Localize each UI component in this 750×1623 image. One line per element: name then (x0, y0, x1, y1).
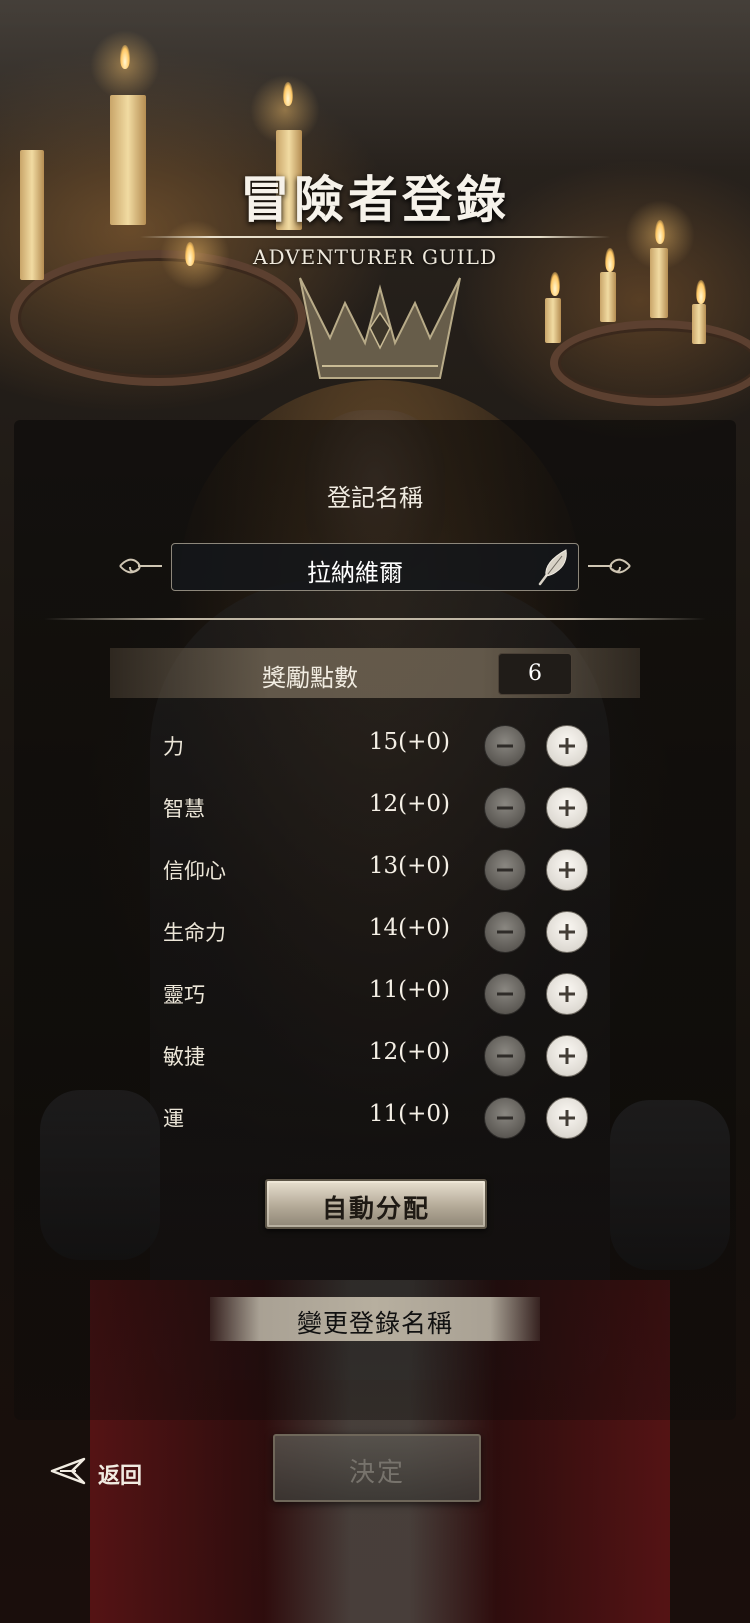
left-ornament-icon (119, 558, 162, 574)
bonus-points-value-box: 6 (498, 653, 572, 695)
bonus-points-bar: 獎勵點數 6 (110, 648, 640, 698)
decrease-intelligence-button[interactable] (484, 787, 526, 829)
right-ornament-icon (588, 558, 631, 574)
auto-assign-button[interactable]: 自動分配 (265, 1179, 487, 1229)
stat-name: 運 (163, 1107, 184, 1131)
increase-intelligence-button[interactable] (546, 787, 588, 829)
bonus-points-value: 6 (528, 661, 542, 686)
section-divider (44, 618, 706, 620)
rename-label: 變更登錄名稱 (296, 1309, 453, 1338)
minus-icon (497, 1116, 513, 1120)
minus-icon (497, 992, 513, 996)
back-button[interactable]: 返回 (50, 1452, 160, 1492)
stat-row-dexterity: 靈巧 11(+0) (0, 967, 750, 1019)
name-value: 拉納維爾 (307, 559, 403, 587)
stat-name: 靈巧 (163, 983, 205, 1007)
minus-icon (497, 744, 513, 748)
plus-icon (559, 924, 575, 940)
stat-row-luck: 運 11(+0) (0, 1091, 750, 1143)
minus-icon (497, 1054, 513, 1058)
stat-value: 15(+0) (368, 729, 450, 755)
increase-faith-button[interactable] (546, 849, 588, 891)
minus-icon (497, 930, 513, 934)
page-title: 冒險者登錄 (240, 170, 510, 229)
stat-name: 力 (163, 735, 184, 759)
plus-icon (559, 1110, 575, 1126)
confirm-button[interactable]: 決定 (273, 1434, 481, 1502)
increase-luck-button[interactable] (546, 1097, 588, 1139)
rename-button[interactable]: 變更登錄名稱 (210, 1297, 540, 1341)
increase-dexterity-button[interactable] (546, 973, 588, 1015)
decrease-faith-button[interactable] (484, 849, 526, 891)
decrease-vitality-button[interactable] (484, 911, 526, 953)
stat-name: 敏捷 (163, 1045, 205, 1069)
confirm-label: 決定 (348, 1458, 405, 1488)
decrease-luck-button[interactable] (484, 1097, 526, 1139)
stat-value: 11(+0) (368, 977, 450, 1003)
quill-icon[interactable] (536, 548, 572, 586)
stat-row-agility: 敏捷 12(+0) (0, 1029, 750, 1081)
decrease-dexterity-button[interactable] (484, 973, 526, 1015)
increase-vitality-button[interactable] (546, 911, 588, 953)
name-label: 登記名稱 (327, 484, 423, 512)
stat-name: 智慧 (163, 797, 205, 821)
stat-row-strength: 力 15(+0) (0, 719, 750, 771)
plus-icon (559, 1048, 575, 1064)
decrease-strength-button[interactable] (484, 725, 526, 767)
auto-assign-label: 自動分配 (321, 1194, 430, 1223)
stat-name: 生命力 (163, 921, 226, 945)
crown-icon (299, 277, 461, 379)
stat-value: 12(+0) (368, 1039, 450, 1065)
plus-icon (559, 738, 575, 754)
stat-row-intelligence: 智慧 12(+0) (0, 781, 750, 833)
stat-value: 14(+0) (368, 915, 450, 941)
page-subtitle: ADVENTURER GUILD (253, 245, 497, 269)
name-field[interactable]: 拉納維爾 (171, 543, 579, 591)
back-label: 返回 (98, 1463, 143, 1489)
bonus-points-label: 獎勵點數 (262, 664, 358, 692)
stat-value: 12(+0) (368, 791, 450, 817)
stat-value: 13(+0) (368, 853, 450, 879)
plus-icon (559, 862, 575, 878)
character-registration-screen: 冒險者登錄 ADVENTURER GUILD 登記名稱 拉納維爾 獎勵點數 6 … (0, 0, 750, 1623)
decrease-agility-button[interactable] (484, 1035, 526, 1077)
plus-icon (559, 800, 575, 816)
plus-icon (559, 986, 575, 1002)
stat-value: 11(+0) (368, 1101, 450, 1127)
stat-row-faith: 信仰心 13(+0) (0, 843, 750, 895)
increase-agility-button[interactable] (546, 1035, 588, 1077)
stat-row-vitality: 生命力 14(+0) (0, 905, 750, 957)
minus-icon (497, 868, 513, 872)
minus-icon (497, 806, 513, 810)
increase-strength-button[interactable] (546, 725, 588, 767)
stat-name: 信仰心 (163, 859, 226, 883)
title-divider (140, 236, 610, 238)
back-arrow-icon (50, 1457, 86, 1485)
